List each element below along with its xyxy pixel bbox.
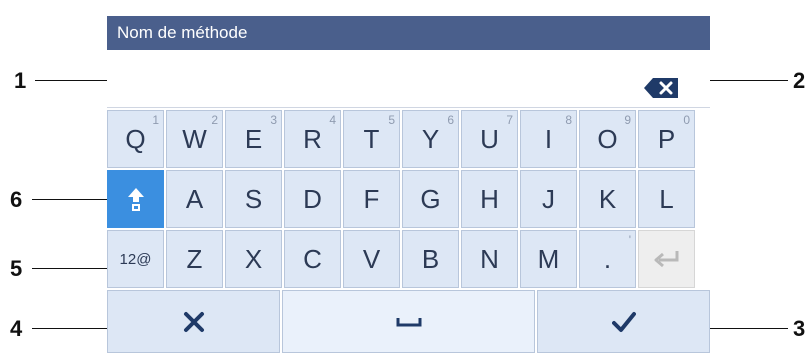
key-o[interactable]: O 9 xyxy=(579,110,636,168)
page-title: Nom de méthode xyxy=(117,23,248,42)
callout-line-5 xyxy=(32,268,114,269)
key-v[interactable]: V xyxy=(343,230,400,288)
keyboard-screen: Nom de méthode Q 1 W 2 E 3 R 4 T 5 Y 6 U… xyxy=(107,16,710,353)
key-h[interactable]: H xyxy=(461,170,518,228)
key-f[interactable]: F xyxy=(343,170,400,228)
key-digit: 5 xyxy=(388,113,395,127)
title-bar: Nom de méthode xyxy=(107,16,710,50)
key-n[interactable]: N xyxy=(461,230,518,288)
key-label: O xyxy=(597,123,618,154)
key-label: U xyxy=(480,123,499,154)
key-label: E xyxy=(244,123,263,154)
cancel-button[interactable] xyxy=(107,290,280,353)
key-t[interactable]: T 5 xyxy=(343,110,400,168)
callout-line-1 xyxy=(35,80,107,81)
callout-3: 3 xyxy=(793,316,806,341)
key-digit: 6 xyxy=(447,113,454,127)
callout-line-4 xyxy=(32,328,108,329)
key-s[interactable]: S xyxy=(225,170,282,228)
key-digit: 0 xyxy=(683,113,690,127)
key-r[interactable]: R 4 xyxy=(284,110,341,168)
keyboard: Q 1 W 2 E 3 R 4 T 5 Y 6 U 7 I 8 O 9 P 0 … xyxy=(107,108,710,353)
shift-icon xyxy=(127,188,144,211)
key-p[interactable]: P 0 xyxy=(638,110,695,168)
confirm-button[interactable] xyxy=(537,290,710,353)
key-m[interactable]: M xyxy=(520,230,577,288)
key-i[interactable]: I 8 xyxy=(520,110,577,168)
key-digit: 3 xyxy=(270,113,277,127)
callout-6: 6 xyxy=(10,187,23,212)
cancel-x-icon xyxy=(183,311,204,332)
key-label: I xyxy=(544,123,553,154)
key-label: Q xyxy=(125,123,146,154)
key-g[interactable]: G xyxy=(402,170,459,228)
key-b[interactable]: B xyxy=(402,230,459,288)
key-label: P xyxy=(657,123,676,154)
symbols-key[interactable]: 12@ xyxy=(107,230,164,288)
key-l[interactable]: L xyxy=(638,170,695,228)
key-q[interactable]: Q 1 xyxy=(107,110,164,168)
key-label: W xyxy=(182,123,207,154)
key-label: Y xyxy=(421,123,440,154)
key-w[interactable]: W 2 xyxy=(166,110,223,168)
callout-1: 1 xyxy=(14,68,27,93)
space-icon xyxy=(396,317,421,326)
callout-4: 4 xyxy=(10,316,23,341)
callout-2: 2 xyxy=(793,68,806,93)
key-label: . xyxy=(603,243,612,274)
callout-5: 5 xyxy=(10,256,23,281)
enter-icon xyxy=(654,251,678,268)
key-e[interactable]: E 3 xyxy=(225,110,282,168)
key-z[interactable]: Z xyxy=(166,230,223,288)
key-digit: 2 xyxy=(211,113,218,127)
shift-key[interactable] xyxy=(107,170,164,228)
key-label: R xyxy=(303,123,322,154)
space-key[interactable] xyxy=(282,290,535,353)
key-d[interactable]: D xyxy=(284,170,341,228)
key-digit: 1 xyxy=(152,113,159,127)
checkmark-icon xyxy=(611,311,636,332)
key-j[interactable]: J xyxy=(520,170,577,228)
key-y[interactable]: Y 6 xyxy=(402,110,459,168)
key-a[interactable]: A xyxy=(166,170,223,228)
key-secondary: ' xyxy=(628,233,631,247)
callout-line-6 xyxy=(32,199,114,200)
key-digit: 7 xyxy=(506,113,513,127)
key-k[interactable]: K xyxy=(579,170,636,228)
enter-key[interactable] xyxy=(638,230,695,288)
key-period[interactable]: . ' xyxy=(579,230,636,288)
key-x[interactable]: X xyxy=(225,230,282,288)
key-u[interactable]: U 7 xyxy=(461,110,518,168)
key-digit: 4 xyxy=(329,113,336,127)
key-c[interactable]: C xyxy=(284,230,341,288)
key-label: T xyxy=(363,123,380,154)
key-digit: 8 xyxy=(565,113,572,127)
backspace-icon[interactable] xyxy=(644,78,678,98)
text-input-field[interactable] xyxy=(107,50,710,108)
key-digit: 9 xyxy=(624,113,631,127)
